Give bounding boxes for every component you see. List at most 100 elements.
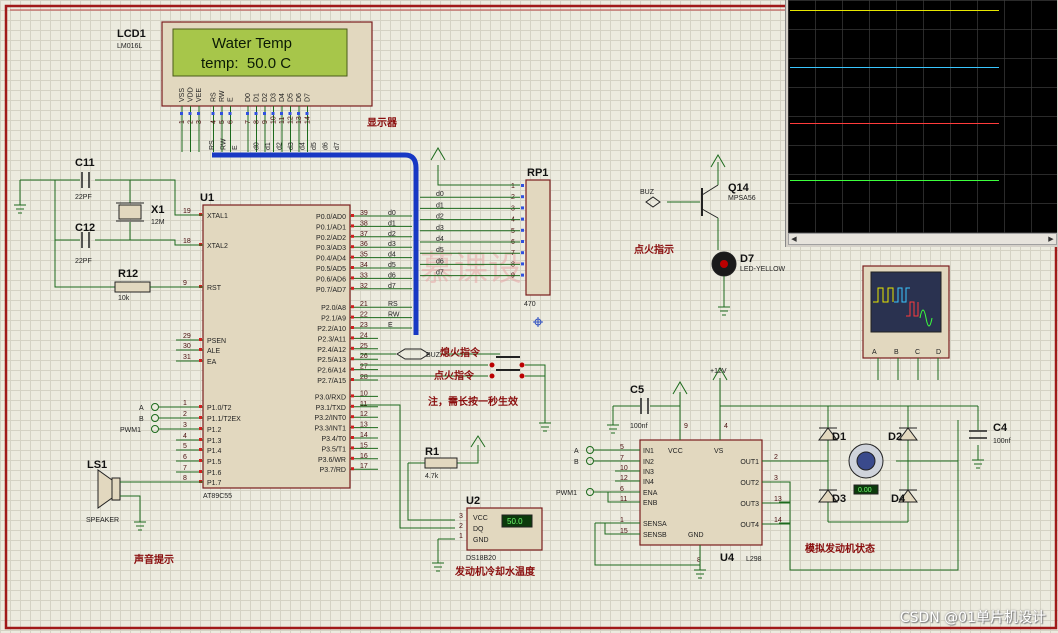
- rp1-net-label: d1: [436, 202, 444, 209]
- rp1-pin-marker: [521, 228, 524, 232]
- mcu-right-pin-name: P2.5/A13: [317, 357, 346, 364]
- lcd-pin-marker: [180, 112, 183, 115]
- temp-sensor-circuit: R1 4.7k U2 VCC DQ GND 3 2 1 50.0 DS18B20…: [360, 404, 543, 578]
- rp1-pin-marker: [521, 240, 524, 243]
- u4-term-a: [586, 446, 594, 454]
- mcu-right-pin-number: 37: [360, 231, 368, 238]
- scroll-left-icon[interactable]: ◀: [789, 234, 799, 244]
- r12-value: 10k: [118, 295, 130, 302]
- mcu-left-pin-name: XTAL1: [207, 213, 228, 220]
- mcu-right-pin-number: 35: [360, 252, 368, 259]
- mcu-net-label: RS: [388, 301, 398, 308]
- u4-term-pwm1: [586, 488, 594, 496]
- u4-right-pin-name: OUT4: [740, 522, 759, 529]
- mcu-right-pin-name: P0.0/AD0: [316, 214, 346, 221]
- u4-pin-gnd: GND: [688, 532, 704, 539]
- lcd-component[interactable]: Water Temp temp: 50.0 C LCD1 LM016L VSS 1…: [117, 21, 373, 152]
- r12-ref: R12: [118, 268, 138, 280]
- mcu-right-pin-name: P2.4/A12: [317, 347, 346, 354]
- lcd-line1: Water Temp: [212, 35, 292, 52]
- mcu-left-pin-number: 4: [183, 433, 187, 440]
- lcd-pin-number: 4: [211, 120, 218, 124]
- lcd-pin-number: 8: [254, 120, 261, 124]
- mcu-left-pin-number: 30: [183, 343, 191, 350]
- mcu-right-pin-marker: [351, 336, 354, 340]
- lcd-pin-marker: [211, 112, 215, 115]
- lcd-pin-name: RW: [219, 90, 226, 102]
- mcu-right-pin-name: P0.7/AD7: [316, 287, 346, 294]
- mcu-left-pin-name: EA: [207, 359, 217, 366]
- rp1-pin-marker: [521, 195, 524, 199]
- u4-term-b: [586, 457, 594, 465]
- mcu-right-pin-number: 36: [360, 241, 368, 248]
- mcu-right-pin-name: P3.1/TXD: [316, 405, 346, 412]
- mcu-model: AT89C55: [203, 493, 232, 500]
- u4-left-pin-number: 6: [620, 486, 624, 493]
- crystal-x1: [118, 204, 142, 220]
- mcu-net-label: d3: [388, 241, 396, 248]
- lcd-pin-number: 10: [271, 116, 278, 124]
- mcu-net-label: d0: [388, 210, 396, 217]
- d4-label: D4: [891, 493, 906, 505]
- q14-net-tag: [645, 196, 661, 208]
- motor-reading: 0.00: [858, 487, 872, 494]
- mcu-component[interactable]: U1 AT89C55 19XTAL118XTAL29RST29PSEN30ALE…: [176, 192, 412, 500]
- u2-model: DS18B20: [466, 555, 496, 562]
- mcu-right-pin-name: P3.6/WR: [318, 457, 346, 464]
- mcu-left-pin-marker: [199, 470, 202, 473]
- mcu-left-pin-number: 9: [183, 280, 187, 287]
- u2-pin-num-2: 2: [459, 523, 463, 530]
- mcu-right-pin-name: P2.0/A8: [321, 305, 346, 312]
- button-circuit: BUZ 熄火指令 点火指令 注，需长按一秒生效: [360, 346, 551, 432]
- mcu-right-pin-number: 16: [360, 453, 368, 460]
- c12-ref: C12: [75, 222, 95, 234]
- mcu-left-pin-number: 29: [183, 333, 191, 340]
- u4-term-a-label: A: [574, 448, 579, 455]
- mcu-right-pin-number: 24: [360, 332, 368, 339]
- term-b: [151, 414, 159, 422]
- lcd-pin-marker: [188, 112, 192, 115]
- u4-left-pin-number: 5: [620, 444, 624, 451]
- mcu-right-pin-marker: [351, 245, 354, 249]
- c11-ref: C11: [75, 157, 95, 169]
- speaker-wires: [120, 481, 203, 531]
- hbridge-circuit: C4 100nf D1 D2 D3 D4 0.00 模拟发动机状态: [720, 405, 1011, 571]
- oscope-probe-wires: [877, 358, 939, 380]
- mcu-right-pin-marker: [351, 305, 354, 309]
- rp1-net-label: d0: [436, 191, 444, 198]
- lcd-pin-name: D0: [245, 93, 252, 102]
- bus-entry-label: d5: [311, 142, 318, 150]
- mcu-right-pin-number: 23: [360, 322, 368, 329]
- scroll-right-icon[interactable]: ▶: [1046, 234, 1056, 244]
- rp1-net-label: d5: [436, 247, 444, 254]
- schematic-canvas[interactable]: 慕课设 Water Temp temp: 50.0 C LCD1 LM016L …: [0, 0, 1058, 633]
- u4-right-pin-number: 2: [774, 454, 778, 461]
- mcu-right-pin-name: P3.5/T1: [321, 446, 346, 453]
- term-pwm1: [151, 425, 159, 433]
- trace-channel-b: [790, 67, 999, 68]
- oscilloscope-window[interactable]: ◀ ▶: [785, 0, 1058, 247]
- oscilloscope-screen[interactable]: [788, 0, 1057, 233]
- u4-pin-num-9: 9: [684, 423, 688, 430]
- mcu-left-pin-name: ALE: [207, 348, 221, 355]
- mcu-right-pin-marker: [351, 214, 354, 217]
- c11-value: 22PF: [75, 194, 92, 201]
- mcu-left-pin-number: 19: [183, 208, 191, 215]
- mcu-right-pin-marker: [351, 276, 354, 280]
- mcu-left-pin-name: P1.6: [207, 470, 222, 477]
- trace-channel-a: [790, 10, 999, 11]
- c4-wires: [972, 406, 984, 469]
- mcu-right-pin-marker: [351, 446, 354, 450]
- rp1-pin-marker: [521, 273, 524, 277]
- rp1-net-label: d7: [436, 270, 444, 277]
- u4-right-pin-number: 3: [774, 475, 778, 482]
- mcu-right-pin-name: P0.5/AD5: [316, 266, 346, 273]
- mcu-left-pin-name: P1.0/T2: [207, 405, 232, 412]
- c5-value: 100nf: [630, 423, 648, 430]
- btn1-contact-b: [519, 362, 525, 368]
- u4-term-pwm1-label: PWM1: [556, 490, 577, 497]
- led-ground-wire: [718, 276, 730, 316]
- scope-horizontal-scrollbar[interactable]: ◀ ▶: [788, 233, 1057, 245]
- mcu-right-pin-marker: [351, 367, 354, 371]
- u4-left-pin-name: IN1: [643, 448, 654, 455]
